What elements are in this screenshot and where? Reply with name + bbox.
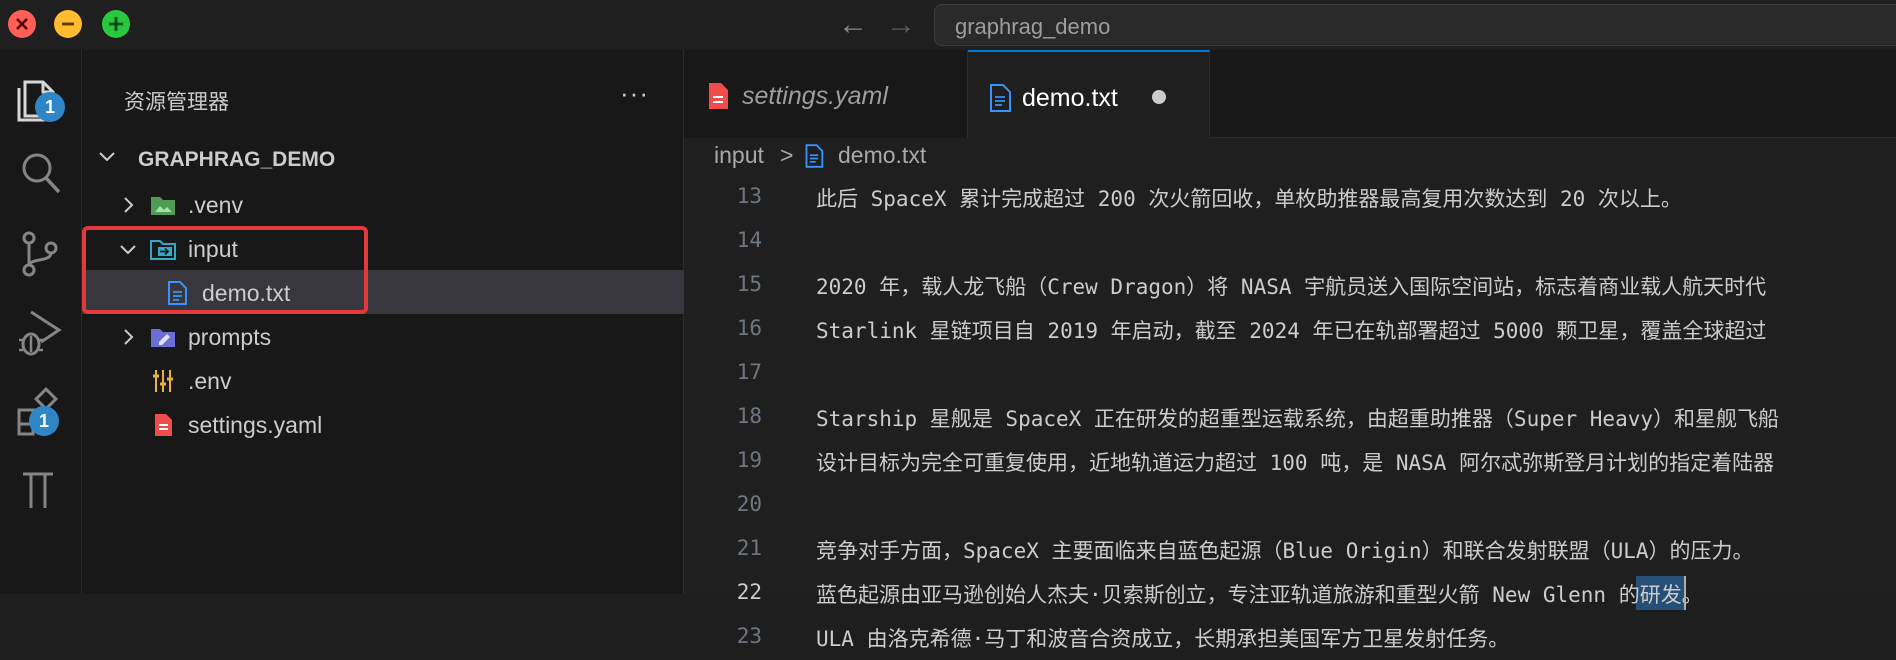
explorer-title: 资源管理器 — [124, 91, 229, 114]
line-number: 15 — [736, 272, 762, 296]
tab-demo-txt[interactable]: demo.txt — [968, 50, 1210, 138]
text-cursor — [1684, 576, 1686, 610]
line-text: 蓝色起源由亚马逊创始人杰夫·贝索斯创立，专注亚轨道旅游和重型火箭 New Gle… — [816, 583, 1703, 607]
tree-item-settings-yaml[interactable]: settings.yaml — [82, 402, 684, 446]
window-close-button[interactable] — [8, 10, 36, 38]
breadcrumb-folder[interactable]: input — [714, 142, 764, 169]
window-zoom-button[interactable] — [102, 10, 130, 38]
more-actions-icon[interactable]: ··· — [620, 78, 649, 109]
chevron-right-icon — [124, 197, 134, 213]
line-number: 22 — [736, 580, 762, 604]
tree-item-env[interactable]: .env — [82, 358, 684, 402]
annotation-highlight-box — [82, 226, 368, 314]
code-line[interactable]: 21 竞争对手方面，SpaceX 主要面临来自蓝色起源（Blue Origin）… — [684, 528, 1896, 572]
source-control-icon[interactable] — [13, 226, 67, 280]
line-text: Starship 星舰是 SpaceX 正在研发的超重型运载系统，由超重助推器（… — [816, 407, 1780, 431]
env-file-icon — [153, 370, 173, 392]
venv-folder-icon — [151, 197, 175, 215]
tree-item-label: .venv — [188, 192, 243, 218]
code-line-active[interactable]: 22 蓝色起源由亚马逊创始人杰夫·贝索斯创立，专注亚轨道旅游和重型火箭 New … — [684, 572, 1896, 616]
line-text: 设计目标为完全可重复使用，近地轨道运力超过 100 吨，是 NASA 阿尔忒弥斯… — [816, 451, 1775, 475]
tree-item-label: .env — [188, 368, 232, 394]
tab-label: demo.txt — [1022, 84, 1118, 112]
tab-bar: settings.yaml demo.txt — [684, 50, 1896, 138]
code-line[interactable]: 20 — [684, 484, 1896, 528]
search-icon[interactable] — [13, 146, 67, 200]
yaml-file-icon — [709, 83, 728, 109]
code-line[interactable]: 13 此后 SpaceX 累计完成超过 200 次火箭回收，单枚助推器最高复用次… — [684, 176, 1896, 220]
chevron-right-icon — [124, 329, 134, 345]
line-text: Starlink 星链项目自 2019 年启动，截至 2024 年已在轨部署超过… — [816, 319, 1767, 343]
forward-arrow-icon[interactable]: → — [886, 8, 916, 42]
code-line[interactable]: 16 Starlink 星链项目自 2019 年启动，截至 2024 年已在轨部… — [684, 308, 1896, 352]
unsaved-dot-icon[interactable] — [1152, 90, 1166, 104]
code-line[interactable]: 14 — [684, 220, 1896, 264]
code-line[interactable]: 18 Starship 星舰是 SpaceX 正在研发的超重型运载系统，由超重助… — [684, 396, 1896, 440]
breadcrumb-separator: > — [780, 142, 794, 168]
command-center-search[interactable]: graphrag_demo — [934, 4, 1896, 46]
code-line[interactable]: 19 设计目标为完全可重复使用，近地轨道运力超过 100 吨，是 NASA 阿尔… — [684, 440, 1896, 484]
explorer-badge: 1 — [35, 92, 65, 122]
extensions-icon[interactable]: 1 — [13, 386, 67, 440]
tab-settings-yaml[interactable]: settings.yaml — [684, 50, 968, 138]
editor-area: settings.yaml demo.txt input > demo.txt … — [684, 50, 1896, 651]
text-file-icon — [990, 84, 1011, 112]
text-file-icon — [805, 144, 824, 168]
tree-item-venv[interactable]: .venv — [82, 182, 684, 226]
line-number: 20 — [736, 492, 762, 516]
testing-icon[interactable] — [13, 464, 67, 518]
tab-label: settings.yaml — [742, 82, 888, 110]
line-number: 17 — [736, 360, 762, 384]
back-arrow-icon[interactable]: ← — [838, 8, 868, 42]
explorer-sidebar: 资源管理器 ··· GRAPHRAG_DEMO .venv input demo… — [82, 50, 684, 594]
line-number: 23 — [736, 624, 762, 648]
prompts-folder-icon — [151, 329, 175, 347]
line-number: 19 — [736, 448, 762, 472]
line-number: 13 — [736, 184, 762, 208]
files-icon[interactable]: 1 — [13, 72, 67, 126]
line-number: 18 — [736, 404, 762, 428]
line-number: 21 — [736, 536, 762, 560]
command-center-text: graphrag_demo — [955, 14, 1111, 39]
extensions-badge: 1 — [29, 406, 59, 436]
window-minimize-button[interactable] — [54, 10, 82, 38]
line-number: 14 — [736, 228, 762, 252]
breadcrumb-file[interactable]: demo.txt — [838, 142, 926, 169]
tree-item-label: settings.yaml — [188, 412, 323, 438]
code-line[interactable]: 15 2020 年，载人龙飞船（Crew Dragon）将 NASA 宇航员送入… — [684, 264, 1896, 308]
code-line[interactable]: 17 — [684, 352, 1896, 396]
code-line[interactable]: 23 ULA 由洛克希德·马丁和波音合资成立，长期承担美国军方卫星发射任务。 — [684, 616, 1896, 660]
line-text: 2020 年，载人龙飞船（Crew Dragon）将 NASA 宇航员送入国际空… — [816, 275, 1767, 299]
chevron-down-icon — [99, 152, 115, 162]
line-text: 此后 SpaceX 累计完成超过 200 次火箭回收，单枚助推器最高复用次数达到… — [816, 187, 1682, 211]
tree-item-prompts[interactable]: prompts — [82, 314, 684, 358]
line-text: ULA 由洛克希德·马丁和波音合资成立，长期承担美国军方卫星发射任务。 — [816, 627, 1510, 651]
workspace-root-label: GRAPHRAG_DEMO — [138, 148, 336, 171]
activity-bar: 1 1 — [0, 50, 82, 594]
line-text: 竞争对手方面，SpaceX 主要面临来自蓝色起源（Blue Origin）和联合… — [816, 539, 1754, 563]
line-number: 16 — [736, 316, 762, 340]
run-debug-icon[interactable] — [13, 306, 67, 360]
yaml-file-icon — [155, 414, 172, 436]
title-bar: ← → graphrag_demo — [0, 0, 1896, 50]
tree-item-label: prompts — [188, 324, 272, 350]
